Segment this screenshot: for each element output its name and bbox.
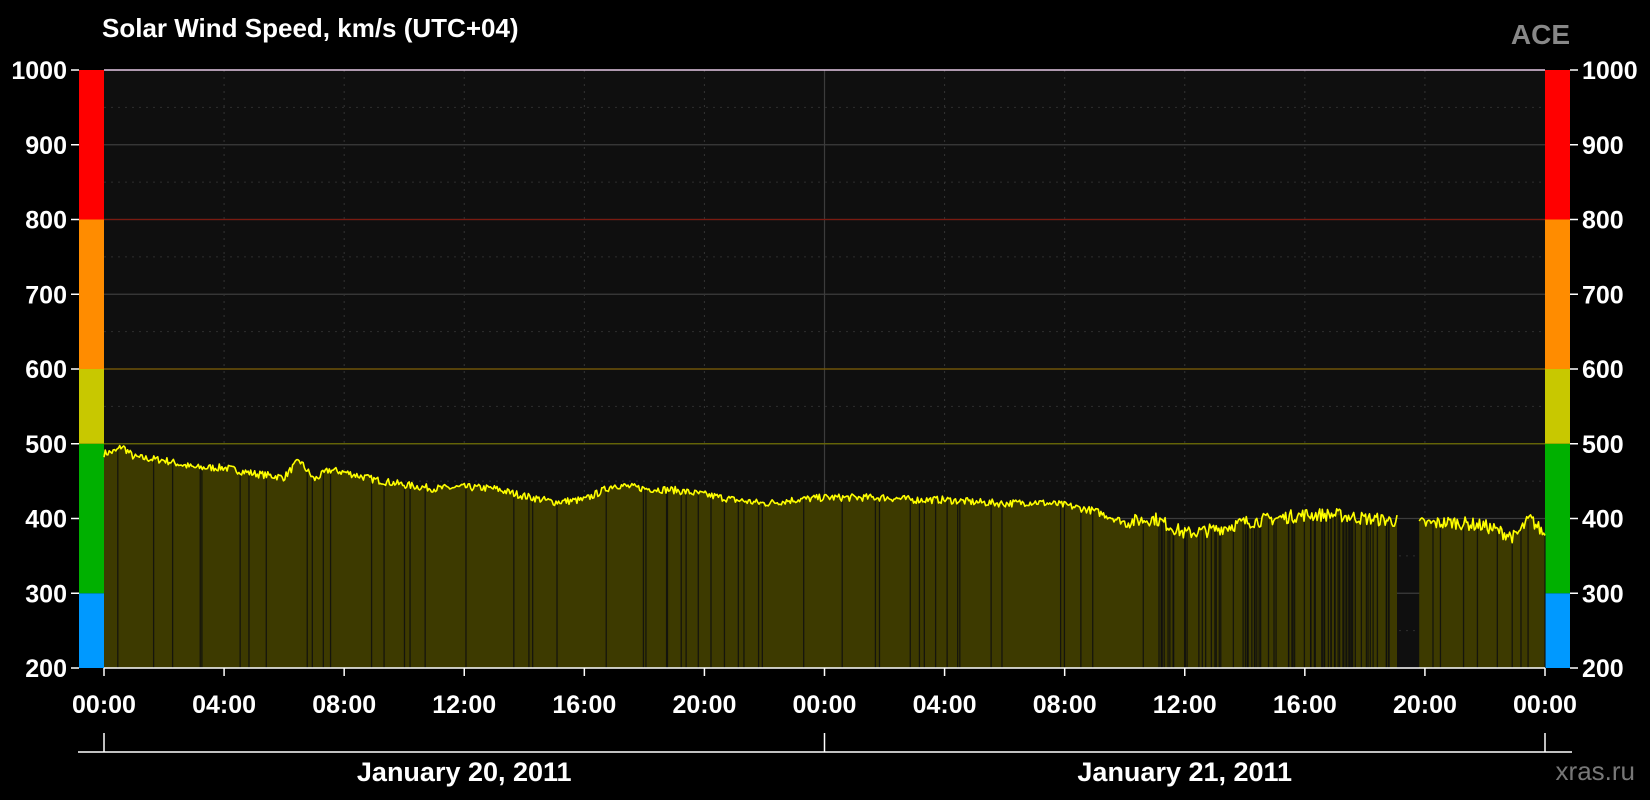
y-tick-label-left: 800 [25, 207, 67, 235]
x-tick-label: 12:00 [1153, 691, 1217, 719]
date-label: January 21, 2011 [1077, 757, 1292, 787]
y-tick-label-right: 300 [1582, 580, 1624, 608]
y-tick-label-left: 500 [25, 431, 67, 459]
threshold-band-right [1545, 369, 1570, 444]
x-tick-label: 08:00 [312, 691, 376, 719]
date-label: January 20, 2011 [357, 757, 572, 787]
plot-area: 200 200 300 300 400 400 500 500 600 600 700 700 800 8… [11, 57, 1637, 787]
x-tick-label: 16:00 [1273, 691, 1337, 719]
threshold-band-left [79, 593, 104, 668]
watermark: xras.ru [1556, 756, 1635, 786]
x-tick-label: 08:00 [1033, 691, 1097, 719]
threshold-band-left [79, 369, 104, 444]
y-tick-label-right: 200 [1582, 655, 1624, 683]
x-tick-label: 20:00 [672, 691, 736, 719]
x-tick-label: 12:00 [432, 691, 496, 719]
y-tick-label-right: 500 [1582, 431, 1624, 459]
source-label: ACE [1511, 19, 1570, 50]
y-tick-label-right: 900 [1582, 132, 1624, 160]
threshold-band-right [1545, 219, 1570, 369]
y-tick-label-left: 1000 [11, 57, 67, 85]
y-tick-label-left: 600 [25, 356, 67, 384]
x-tick-label: 20:00 [1393, 691, 1457, 719]
x-tick-label: 00:00 [1513, 691, 1577, 719]
y-tick-label-right: 700 [1582, 281, 1624, 309]
threshold-band-left [79, 70, 104, 220]
x-tick-label: 00:00 [793, 691, 857, 719]
solar-wind-chart: Solar Wind Speed, km/s (UTC+04) ACE xras… [11, 13, 1637, 787]
y-tick-label-right: 800 [1582, 207, 1624, 235]
x-tick-label: 04:00 [192, 691, 256, 719]
threshold-band-left [79, 219, 104, 369]
y-tick-label-left: 300 [25, 580, 67, 608]
threshold-band-right [1545, 443, 1570, 594]
speed-area [1419, 514, 1545, 668]
threshold-band-right [1545, 70, 1570, 220]
y-tick-label-left: 700 [25, 281, 67, 309]
y-tick-label-right: 600 [1582, 356, 1624, 384]
y-tick-label-right: 1000 [1582, 57, 1638, 85]
y-tick-label-left: 200 [25, 655, 67, 683]
x-tick-label: 16:00 [552, 691, 616, 719]
chart-title: Solar Wind Speed, km/s (UTC+04) [102, 13, 519, 43]
y-tick-label-left: 900 [25, 132, 67, 160]
threshold-band-left [79, 443, 104, 594]
x-tick-label: 04:00 [913, 691, 977, 719]
y-tick-label-right: 400 [1582, 506, 1624, 534]
y-tick-label-left: 400 [25, 506, 67, 534]
x-tick-label: 00:00 [72, 691, 136, 719]
threshold-band-right [1545, 593, 1570, 668]
